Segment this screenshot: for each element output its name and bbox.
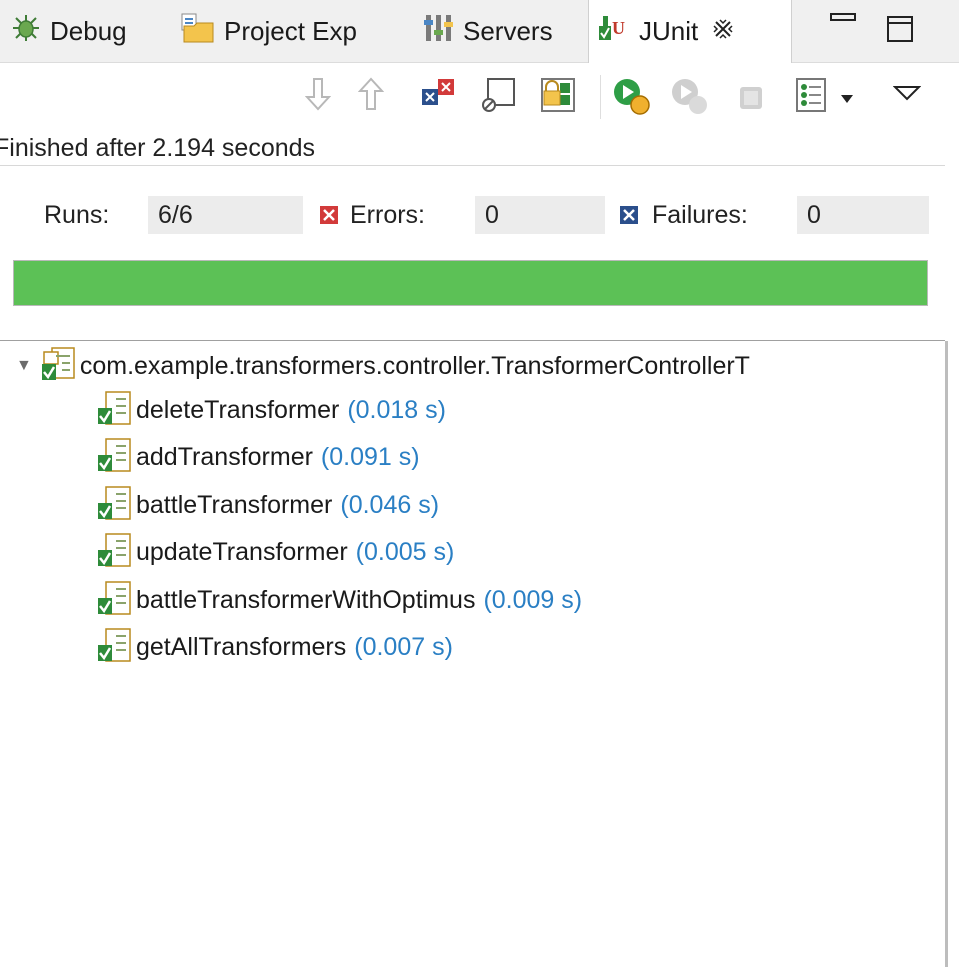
test-case-row[interactable]: battleTransformerWithOptimus (0.009 s) <box>96 580 582 620</box>
test-case-name: getAllTransformers <box>136 633 347 661</box>
failures-label: Failures: <box>652 201 748 229</box>
test-case-row[interactable]: updateTransformer (0.005 s) <box>96 533 454 573</box>
previous-failure-icon[interactable] <box>357 77 385 116</box>
test-case-row[interactable]: getAllTransformers (0.007 s) <box>96 628 453 668</box>
svg-text:U: U <box>612 18 625 38</box>
rerun-test-icon[interactable] <box>612 77 654 122</box>
close-icon[interactable] <box>712 16 734 47</box>
vertical-scrollbar[interactable] <box>945 341 948 967</box>
history-dropdown-icon[interactable] <box>840 91 854 109</box>
test-suite-node[interactable]: ▼ com.example.transformers.controller.Tr… <box>16 346 750 386</box>
tab-junit[interactable]: U JUnit <box>588 0 792 63</box>
test-case-row[interactable]: addTransformer (0.091 s) <box>96 438 420 478</box>
test-case-duration: (0.007 s) <box>354 633 453 661</box>
folder-icon <box>180 12 216 51</box>
test-progress-fill <box>14 261 927 305</box>
maximize-icon[interactable] <box>885 14 915 49</box>
stop-icon[interactable] <box>738 85 764 116</box>
test-suite-passed-icon <box>40 346 76 387</box>
test-passed-icon <box>96 485 132 526</box>
junit-toolbar <box>0 63 959 131</box>
errors-label: Errors: <box>350 201 425 229</box>
test-case-duration: (0.046 s) <box>340 490 440 519</box>
show-failures-only-icon[interactable] <box>420 77 456 116</box>
test-case-name: battleTransformerWithOptimus <box>136 585 476 614</box>
tab-project-explorer-label: Project Exp <box>224 15 357 46</box>
next-failure-icon[interactable] <box>304 77 332 116</box>
tab-debug[interactable]: Debug <box>10 0 127 62</box>
minimize-icon[interactable] <box>828 10 858 35</box>
view-menu-icon[interactable] <box>892 85 922 106</box>
tab-debug-label: Debug <box>50 15 127 46</box>
test-case-duration: (0.018 s) <box>347 395 446 424</box>
run-status-message: Finished after 2.194 seconds <box>0 134 316 162</box>
tab-junit-label: JUnit <box>639 16 699 46</box>
test-run-history-icon[interactable] <box>795 77 829 118</box>
divider <box>0 340 945 341</box>
test-case-name: addTransformer <box>136 443 313 471</box>
junit-icon: U <box>597 12 631 51</box>
test-case-duration: (0.091 s) <box>320 443 420 471</box>
error-icon <box>320 206 338 229</box>
test-case-name: deleteTransformer <box>136 395 340 424</box>
test-passed-icon <box>96 627 132 668</box>
test-case-row[interactable]: battleTransformer (0.046 s) <box>96 485 439 525</box>
test-case-duration: (0.009 s) <box>483 585 583 614</box>
bug-icon <box>10 12 42 51</box>
tab-servers[interactable]: Servers <box>423 0 553 62</box>
tab-servers-label: Servers <box>463 15 553 46</box>
test-passed-icon <box>96 390 132 431</box>
test-passed-icon <box>96 580 132 621</box>
failures-value: 0 <box>797 196 929 234</box>
tab-project-explorer[interactable]: Project Exp <box>180 0 357 62</box>
test-suite-label: com.example.transformers.controller.Tran… <box>79 351 750 380</box>
errors-value: 0 <box>475 196 605 234</box>
runs-label: Runs: <box>44 201 110 229</box>
expanded-twisty-icon[interactable]: ▼ <box>16 357 32 375</box>
failure-icon <box>620 206 638 229</box>
toolbar-separator <box>600 75 601 119</box>
test-case-row[interactable]: deleteTransformer (0.018 s) <box>96 390 446 430</box>
test-passed-icon <box>96 437 132 478</box>
test-case-name: updateTransformer <box>136 538 348 566</box>
test-passed-icon <box>96 532 132 573</box>
rerun-failed-first-icon[interactable] <box>670 77 712 122</box>
runs-value: 6/6 <box>148 196 303 234</box>
test-case-name: battleTransformer <box>136 490 333 519</box>
divider <box>0 165 945 166</box>
servers-icon <box>423 12 455 51</box>
view-tab-bar: Debug Project Exp Servers U JUnit <box>0 0 959 63</box>
test-history-lock-icon[interactable] <box>538 77 578 118</box>
scroll-lock-icon[interactable] <box>480 77 516 118</box>
test-case-duration: (0.005 s) <box>355 538 455 566</box>
test-progress-bar <box>13 260 928 306</box>
